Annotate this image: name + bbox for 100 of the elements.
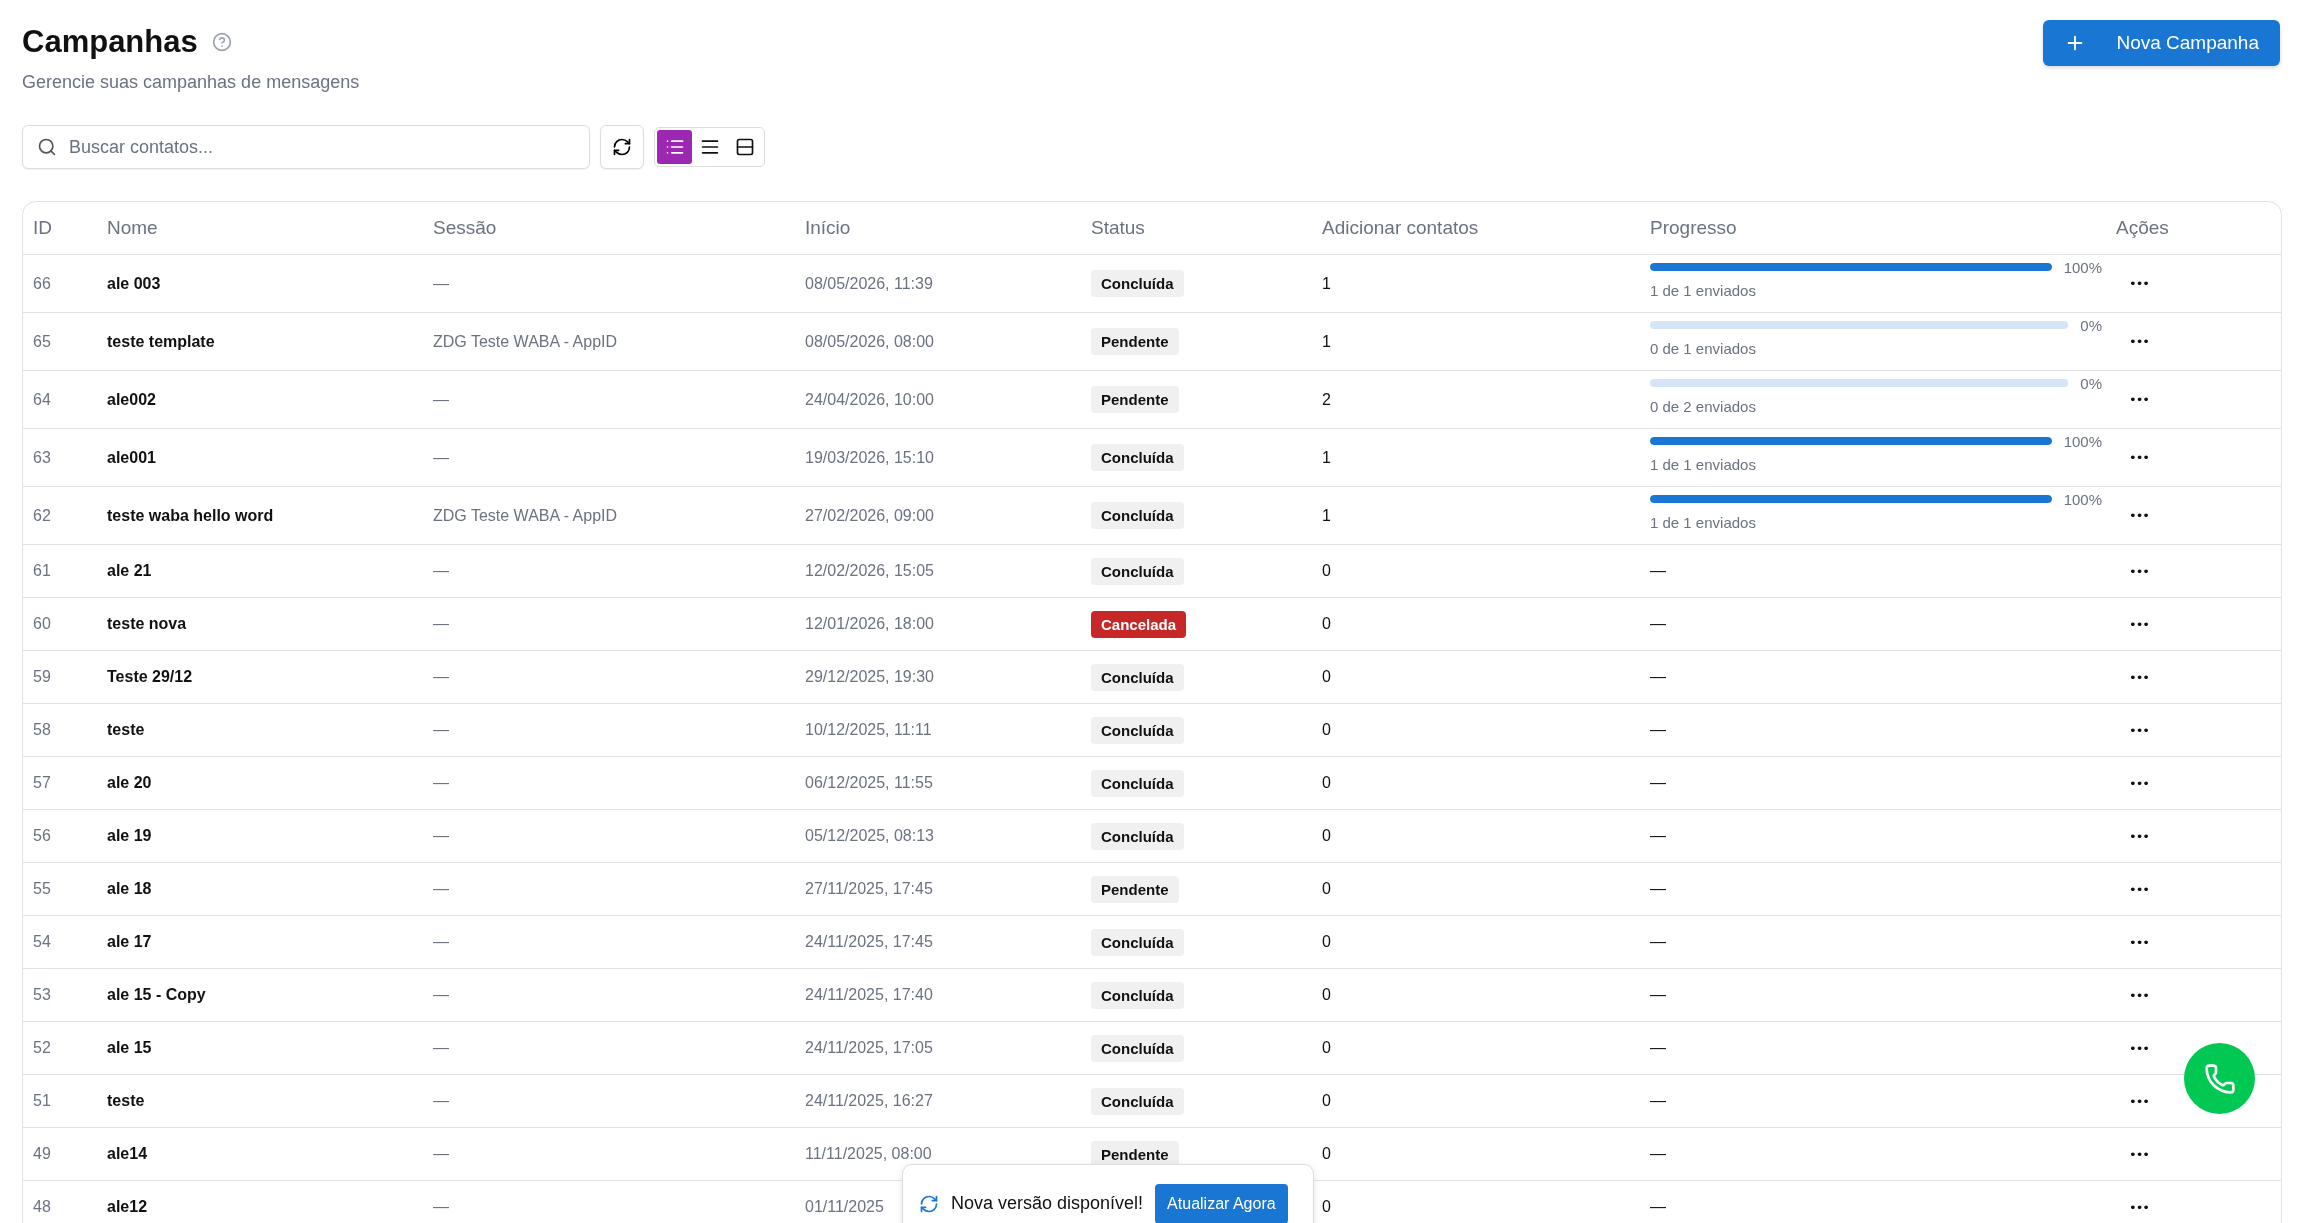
table-cell-text: 49 <box>32 1145 51 1163</box>
refresh-button[interactable] <box>600 125 644 169</box>
column-header: Progresso <box>1649 217 1737 239</box>
actions-menu-button[interactable]: ••• <box>2125 932 2153 952</box>
table-cell-text: 63 <box>32 448 51 467</box>
status-badge: Concluída <box>1091 769 1184 797</box>
table-cell-text: 29/12/2025, 19:30 <box>804 668 934 686</box>
table-cell-text: ale 19 <box>106 827 152 845</box>
table-cell-text: 24/11/2025, 17:40 <box>804 986 933 1004</box>
sent-count: 1 de 1 enviados <box>1650 513 1757 531</box>
status-badge: Concluída <box>1091 663 1184 691</box>
actions-menu-button[interactable]: ••• <box>2125 667 2153 687</box>
table-cell-text: — <box>432 986 449 1004</box>
sent-count: 0 de 1 enviados <box>1650 339 1757 357</box>
table-cell-text: 0 <box>1321 933 1331 951</box>
update-now-button[interactable]: Atualizar Agora <box>1155 1184 1288 1223</box>
table-cell-text: — <box>1649 562 1666 580</box>
table-cell-text: teste <box>106 1092 145 1110</box>
table-cell-text: 24/11/2025, 17:05 <box>804 1039 933 1057</box>
column-header: ID <box>32 217 52 239</box>
table-cell-text: 62 <box>32 506 51 525</box>
status-badge: Concluída <box>1091 822 1184 850</box>
actions-menu-button[interactable]: ••• <box>2125 1038 2153 1058</box>
table-cell-text: ale12 <box>106 1198 148 1216</box>
table-cell-text: 0 <box>1321 880 1331 898</box>
table-cell-text: — <box>432 774 449 792</box>
table-cell-text: 1 <box>1321 332 1331 351</box>
status-badge: Concluída <box>1091 502 1184 529</box>
table-cell-text: 58 <box>32 721 51 739</box>
table-cell-text: 53 <box>32 986 51 1004</box>
table-cell-text: 1 <box>1321 506 1331 525</box>
column-header: Adicionar contatos <box>1321 217 1479 239</box>
table-cell-text: — <box>1649 774 1666 792</box>
table-cell-text: ale 15 - Copy <box>106 986 206 1004</box>
status-badge: Concluída <box>1091 981 1184 1009</box>
actions-menu-button[interactable]: ••• <box>2125 773 2153 793</box>
actions-menu-button[interactable]: ••• <box>2125 1197 2153 1217</box>
table-cell-text: — <box>1649 721 1666 739</box>
actions-menu-button[interactable]: ••• <box>2125 879 2153 899</box>
table-cell-text: 55 <box>32 880 51 898</box>
table-cell-text: — <box>1649 1198 1666 1216</box>
actions-menu-button[interactable]: ••• <box>2125 1091 2153 1111</box>
table-cell-text: — <box>432 1039 449 1057</box>
table-cell-text: — <box>1649 933 1666 951</box>
table-cell-text: — <box>1649 827 1666 845</box>
table-cell-text: 48 <box>32 1198 51 1216</box>
actions-menu-button[interactable]: ••• <box>2125 506 2153 525</box>
sent-count: 0 de 2 enviados <box>1650 397 1757 415</box>
search-field[interactable]: Buscar contatos... <box>22 125 590 169</box>
table-cell-text: teste template <box>106 332 215 351</box>
table-cell-text: — <box>432 721 449 739</box>
table-cell-text: 01/11/2025 <box>804 1198 884 1216</box>
table-cell-text: 24/11/2025, 17:45 <box>804 933 933 951</box>
view-toggle[interactable] <box>657 130 692 164</box>
table-cell-text: ZDG Teste WABA - AppID <box>432 332 618 351</box>
column-header: Início <box>804 217 851 239</box>
table-cell-text: — <box>1649 615 1666 633</box>
progress-percent: 100% <box>2063 432 2102 450</box>
table-cell-text: 57 <box>32 774 51 792</box>
table-cell-text: 2 <box>1321 390 1331 409</box>
actions-menu-button[interactable]: ••• <box>2125 985 2153 1005</box>
status-badge: Cancelada <box>1091 610 1187 638</box>
table-cell-text: 12/01/2026, 18:00 <box>804 615 934 633</box>
progress-percent: 100% <box>2063 490 2102 508</box>
table-cell-text: — <box>432 827 449 845</box>
table-cell-text: ale14 <box>106 1145 148 1163</box>
actions-menu-button[interactable]: ••• <box>2125 274 2153 293</box>
actions-menu-button[interactable]: ••• <box>2125 614 2153 634</box>
table-cell-text: 24/11/2025, 16:27 <box>804 1092 933 1110</box>
table-cell-text: ale 21 <box>106 562 152 580</box>
sent-count: 1 de 1 enviados <box>1650 455 1757 473</box>
table-cell-text: 0 <box>1321 668 1331 686</box>
table-cell-text: 06/12/2025, 11:55 <box>804 774 933 792</box>
actions-menu-button[interactable]: ••• <box>2125 561 2153 581</box>
status-badge: Pendente <box>1091 328 1179 355</box>
table-cell-text: 27/02/2026, 09:00 <box>804 506 934 525</box>
column-header: Status <box>1090 217 1145 239</box>
toast-message: Nova versão disponível! <box>951 1193 1144 1214</box>
table-cell-text: 05/12/2025, 08:13 <box>804 827 934 845</box>
search-icon <box>37 137 57 157</box>
new-campaign-button[interactable]: Nova Campanha <box>2043 20 2280 66</box>
actions-menu-button[interactable]: ••• <box>2125 448 2153 467</box>
table-cell-text: — <box>1649 880 1666 898</box>
page-title: Campanhas <box>22 24 198 60</box>
actions-menu-button[interactable]: ••• <box>2125 826 2153 846</box>
actions-menu-button[interactable]: ••• <box>2125 390 2153 409</box>
actions-menu-button[interactable]: ••• <box>2125 332 2153 351</box>
table-cell-text: 11/11/2025, 08:00 <box>804 1145 932 1163</box>
table-cell-text: 59 <box>32 668 51 686</box>
table-cell-text: ale 15 <box>106 1039 152 1057</box>
rows-view-icon <box>734 137 755 157</box>
table-cell-text: 0 <box>1321 615 1331 633</box>
actions-menu-button[interactable]: ••• <box>2125 720 2153 740</box>
compact-list-icon <box>699 137 720 157</box>
table-cell-text: ale 18 <box>106 880 152 898</box>
actions-menu-button[interactable]: ••• <box>2125 1144 2153 1164</box>
table-cell-text: 66 <box>32 274 51 293</box>
table-cell-text: 0 <box>1321 827 1331 845</box>
list-view-icon <box>664 137 685 157</box>
table-cell-text: — <box>1649 986 1666 1004</box>
